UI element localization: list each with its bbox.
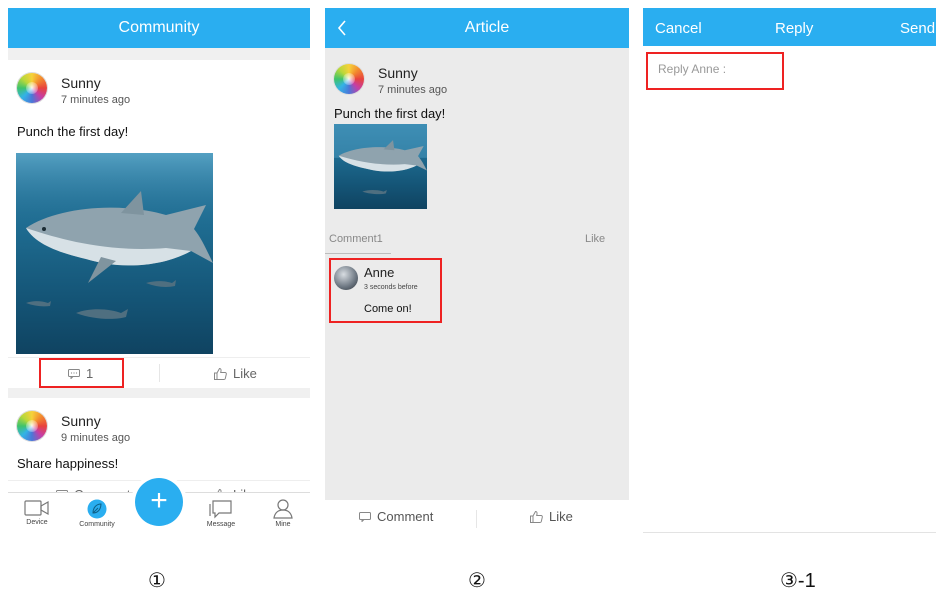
like-button[interactable]: Like <box>530 509 573 524</box>
tab-label: Mine <box>275 521 291 528</box>
post-card[interactable]: Sunny 7 minutes ago Punch the first day! <box>8 60 310 388</box>
video-camera-icon <box>24 500 49 516</box>
tab-mine[interactable]: Mine <box>258 499 308 528</box>
shark-photo[interactable] <box>334 124 427 209</box>
bottom-action-bar: Comment Like <box>325 500 629 538</box>
comment-text: Come on! <box>364 303 412 315</box>
reply-placeholder: Reply Anne : <box>658 62 727 76</box>
post-text: Punch the first day! <box>334 106 446 121</box>
reply-input[interactable]: Reply Anne : <box>646 52 784 90</box>
like-label: Like <box>549 509 573 524</box>
comment-icon <box>359 511 371 522</box>
post-text: Share happiness! <box>17 456 119 471</box>
page-title: Community <box>118 19 200 36</box>
top-bar: Article <box>325 8 629 48</box>
screen-caption: ① <box>148 570 166 592</box>
shark-photo[interactable] <box>16 153 213 354</box>
comments-tab[interactable]: Comment1 <box>329 233 383 245</box>
tab-indicator <box>325 253 391 254</box>
post-author: Sunny <box>378 65 418 81</box>
screen-caption: ③-1 <box>780 570 816 592</box>
page-title: Article <box>464 19 510 36</box>
divider <box>476 510 477 528</box>
tab-message[interactable]: Message <box>196 499 246 528</box>
tab-label: Message <box>206 521 236 528</box>
post-text: Punch the first day! <box>17 124 129 139</box>
likes-tab[interactable]: Like <box>585 233 605 245</box>
avatar[interactable] <box>334 64 364 94</box>
screen-caption: ② <box>468 570 486 592</box>
leaf-icon <box>87 499 107 519</box>
like-label: Like <box>233 366 257 381</box>
tab-device[interactable]: Device <box>12 499 62 526</box>
thumbs-up-icon <box>214 367 227 380</box>
comment-time: 3 seconds before <box>364 284 418 291</box>
post-author: Sunny <box>61 413 101 429</box>
comment-button[interactable]: Comment <box>359 509 433 524</box>
comment-label: Comment <box>377 509 434 524</box>
avatar[interactable] <box>17 411 47 441</box>
person-icon <box>273 499 293 519</box>
reply-screen: Cancel Reply Send Reply Anne : <box>643 8 936 533</box>
article-screen: Article Sunny 7 minutes ago Punch the fi… <box>325 8 629 538</box>
comment-author: Anne <box>364 265 395 280</box>
avatar[interactable] <box>17 73 47 103</box>
post-time: 7 minutes ago <box>61 94 131 106</box>
send-button[interactable]: Send <box>900 8 935 50</box>
thumbs-up-icon <box>530 510 543 523</box>
post-author: Sunny <box>61 75 101 91</box>
top-bar: Community <box>8 8 310 48</box>
like-button[interactable]: Like <box>214 366 257 381</box>
post-time: 7 minutes ago <box>378 84 448 96</box>
tab-label: Device <box>26 519 48 526</box>
post-time: 9 minutes ago <box>61 432 131 444</box>
divider <box>159 364 160 382</box>
cancel-button[interactable]: Cancel <box>655 8 702 50</box>
comment-item[interactable]: Anne 3 seconds before Come on! <box>329 258 442 323</box>
top-bar: Cancel Reply Send <box>643 8 936 46</box>
divider <box>643 532 936 533</box>
highlight-box <box>39 358 124 388</box>
avatar[interactable] <box>334 266 358 290</box>
chat-bubble-icon <box>209 500 232 519</box>
tab-label: Community <box>79 521 115 528</box>
page-title: Reply <box>775 20 814 37</box>
add-post-button[interactable]: + <box>135 478 183 526</box>
tab-community[interactable]: Community <box>72 499 122 528</box>
community-screen: Community Sunny 7 minutes ago Punch the … <box>8 8 310 538</box>
